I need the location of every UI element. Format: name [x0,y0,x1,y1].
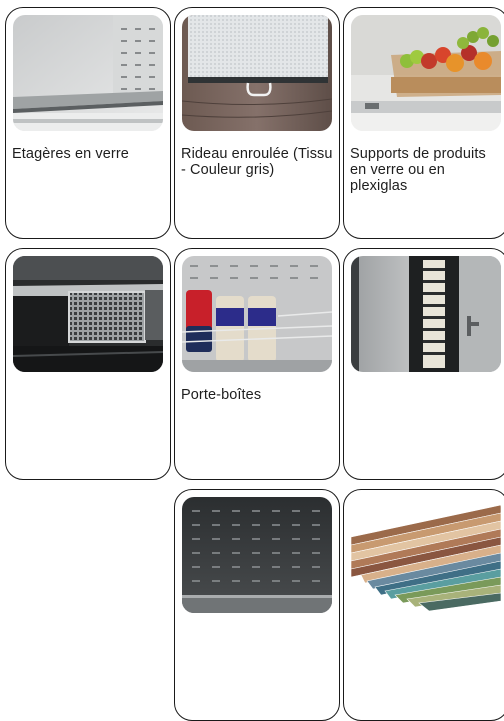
ventilation-grille-image [13,256,163,372]
product-card-product-holders[interactable]: Supports de produits en verre ou en plex… [343,7,504,239]
product-card-ventilation-grille[interactable] [5,248,171,480]
product-card-glass-shelves[interactable]: Etagères en verre [5,7,171,239]
product-label: Rideau enroulée (Tissu - Couleur gris) [181,146,333,178]
product-label: Supports de produits en verre ou en plex… [350,146,486,194]
product-holders-image [351,15,501,131]
can-holder-image [182,256,332,372]
glass-shelf-image [13,15,163,131]
product-label: Etagères en verre [12,146,129,162]
product-card-can-holders[interactable]: Porte-boîtes [174,248,340,480]
product-card-color-swatches[interactable] [343,489,504,721]
roller-curtain-image [182,15,332,131]
color-swatch-image [351,497,501,613]
product-card-roller-curtain[interactable]: Rideau enroulée (Tissu - Couleur gris) [174,7,340,239]
door-panel-image [351,256,501,372]
product-card-door-panel[interactable] [343,248,504,480]
product-label: Porte-boîtes [181,387,262,403]
product-card-perforated-panel[interactable] [174,489,340,721]
perforated-panel-image [182,497,332,613]
